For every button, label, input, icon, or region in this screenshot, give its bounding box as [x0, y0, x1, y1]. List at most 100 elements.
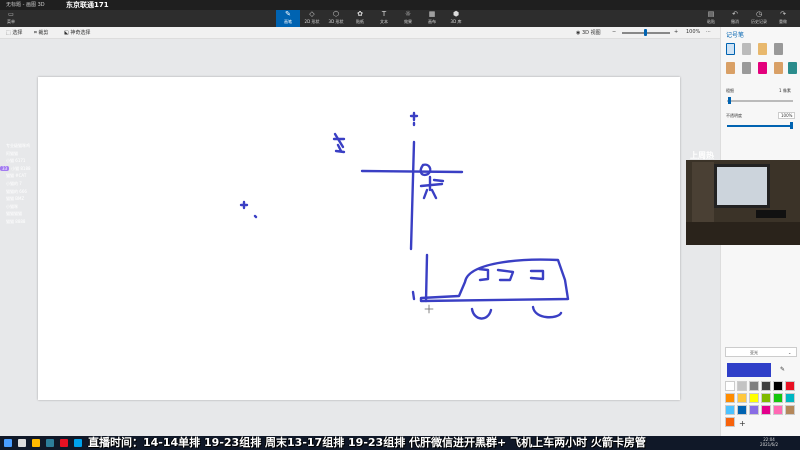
chat-message: 阿猫猫	[0, 151, 18, 158]
crop-button[interactable]: ⌗ 裁剪	[34, 29, 48, 36]
chat-text: 猫猫 #CAT	[6, 173, 27, 179]
webcam-person	[692, 162, 714, 222]
stroke-plus-top	[409, 111, 419, 127]
chat-message: 猫猫 #CAT	[0, 173, 26, 180]
color-swatch[interactable]	[725, 381, 735, 391]
zoom-level: 100%	[686, 29, 701, 35]
opacity-label: 不透明度	[726, 113, 742, 118]
color-swatch[interactable]	[761, 405, 771, 415]
history-icon: ◷	[755, 10, 763, 18]
menu-button[interactable]: ▭ 菜单	[4, 11, 18, 26]
tool-effects[interactable]: ☼ 效果	[396, 10, 420, 27]
zoom-out-icon[interactable]: −	[612, 29, 616, 35]
tool-canvas[interactable]: ▦ 画布	[420, 10, 444, 27]
explorer-icon[interactable]	[32, 439, 40, 447]
tool-label: 画笔	[284, 19, 292, 24]
tool-shapes-3d[interactable]: ⬡ 3D 形状	[324, 10, 348, 27]
opacity-value[interactable]: 100%	[778, 112, 796, 119]
drawing-canvas[interactable]	[38, 77, 680, 400]
opacity-slider-thumb[interactable]	[790, 122, 793, 129]
chat-text: 猫猫的 666	[6, 188, 27, 194]
pixel-pen-brush[interactable]	[726, 62, 735, 74]
color-swatch[interactable]	[737, 393, 747, 403]
color-swatch[interactable]	[773, 405, 783, 415]
crayon-brush[interactable]	[774, 62, 783, 74]
tool-text[interactable]: T 文本	[372, 10, 396, 27]
tool-label: 历史记录	[751, 19, 767, 24]
color-swatch[interactable]	[749, 393, 759, 403]
current-color[interactable]	[727, 363, 771, 377]
color-swatch[interactable]	[773, 393, 783, 403]
effects-icon: ☼	[404, 10, 412, 18]
chat-message: 小猫咪	[0, 204, 18, 211]
start-icon[interactable]	[4, 439, 12, 447]
color-swatch[interactable]	[785, 381, 795, 391]
sticker-icon: ✿	[357, 10, 363, 18]
magic-select-button[interactable]: ⬕ 神奇选择	[64, 29, 90, 36]
tool-sticker[interactable]: ✿ 贴纸	[348, 10, 372, 27]
view-3d-toggle[interactable]: ◉ 3D 视图	[576, 29, 601, 36]
chat-message: 小猫的 7	[0, 181, 22, 188]
chat-message: 专业级猫咪鸡	[0, 143, 30, 150]
eyedropper-icon[interactable]: ✎	[780, 366, 785, 373]
zoom-slider-thumb[interactable]	[644, 29, 647, 36]
tool-label: 画布	[428, 19, 436, 24]
chat-text: 小猫的 7	[6, 181, 22, 186]
thickness-slider[interactable]	[727, 100, 793, 102]
tool-label: 贴纸	[356, 19, 364, 24]
color-swatch[interactable]	[785, 405, 795, 415]
stroke-wheel-2	[531, 305, 563, 319]
add-color-icon[interactable]: +	[739, 419, 746, 428]
history-button[interactable]: ◷ 历史记录	[748, 10, 770, 27]
color-swatch[interactable]	[761, 393, 771, 403]
tool-shapes-2d[interactable]: ◇ 2D 形状	[300, 10, 324, 27]
select-button[interactable]: ⬚ 选择	[6, 29, 22, 36]
zoom-in-icon[interactable]: +	[674, 29, 678, 35]
app-title: 无标题 - 画图 3D	[6, 2, 45, 8]
color-swatch[interactable]	[785, 393, 795, 403]
stroke-car-body	[419, 258, 570, 303]
redo-button[interactable]: ↷ 重做	[772, 10, 794, 27]
system-clock: 22:04 2021/6/2	[760, 437, 778, 447]
color-swatch[interactable]	[725, 393, 735, 403]
spray-can-brush[interactable]	[788, 62, 797, 74]
chat-text: 猫猫猫猫	[6, 211, 22, 217]
magic-select-label: 神奇选择	[70, 30, 91, 36]
chat-message: 猫猫 BMZ	[0, 196, 24, 203]
ribbon-toolbar: ▭ 菜单 ✎ 画笔 ◇ 2D 形状 ⬡ 3D 形状 ✿ 贴纸 T 文本 ☼ 效果 ▦ 画布 ⬢ 3D 库 ▤ 粘…	[0, 10, 800, 27]
chat-message: 猫猫猫猫	[0, 211, 22, 218]
color-swatch[interactable]	[737, 405, 747, 415]
search-icon[interactable]	[18, 439, 26, 447]
eraser-brush[interactable]	[758, 62, 767, 74]
color-swatch[interactable]	[749, 381, 759, 391]
paste-button[interactable]: ▤ 粘贴	[700, 10, 722, 27]
marker-brush[interactable]	[726, 43, 735, 55]
color-swatch[interactable]	[737, 381, 747, 391]
color-swatch[interactable]	[725, 417, 735, 427]
app-icon-3[interactable]	[74, 439, 82, 447]
color-swatch[interactable]	[749, 405, 759, 415]
library-3d-icon: ⬢	[452, 10, 460, 18]
color-swatch[interactable]	[773, 381, 783, 391]
app-icon-2[interactable]	[60, 439, 68, 447]
more-icon[interactable]: ⋯	[706, 29, 711, 35]
tool-brush[interactable]: ✎ 画笔	[276, 10, 300, 27]
app-icon[interactable]	[46, 439, 54, 447]
finish-dropdown[interactable]: 亚光 ⌄	[725, 347, 797, 357]
color-swatch[interactable]	[761, 381, 771, 391]
undo-button[interactable]: ↶ 撤消	[724, 10, 746, 27]
chat-message: 33 小猫 8188	[0, 165, 31, 173]
tool-library-3d[interactable]: ⬢ 3D 库	[444, 10, 468, 27]
stroke-cross-vertical	[409, 140, 416, 251]
pencil-brush[interactable]	[742, 62, 751, 74]
stroke-car-window-1	[477, 267, 490, 282]
chevron-down-icon: ⌄	[788, 350, 792, 355]
watercolor-brush[interactable]	[774, 43, 783, 55]
calligraphy-pen-brush[interactable]	[742, 43, 751, 55]
chat-message: 猫猫的 666	[0, 189, 27, 196]
opacity-slider[interactable]	[727, 125, 793, 127]
oil-brush[interactable]	[758, 43, 767, 55]
color-swatch[interactable]	[725, 405, 735, 415]
thickness-slider-thumb[interactable]	[728, 97, 731, 104]
view-3d-label: 3D 视图	[581, 30, 601, 36]
